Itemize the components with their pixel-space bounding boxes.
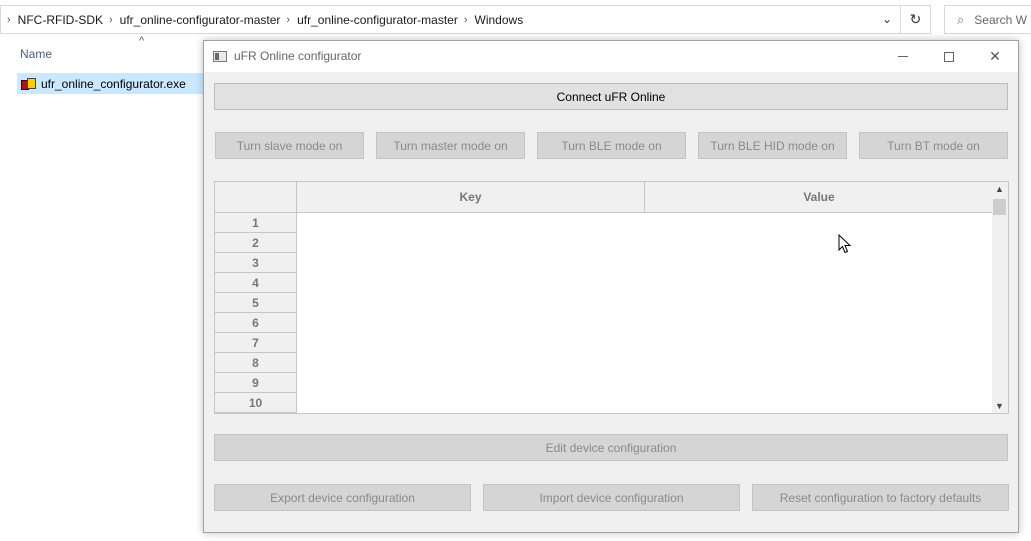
config-table[interactable]: Key Value 1 2 3 4 5 6 7 8 9 10 ▲ ▼ xyxy=(214,181,1009,414)
row-header[interactable]: 3 xyxy=(215,253,297,273)
breadcrumb-ufr-online-configurator-master-2[interactable]: ufr_online-configurator-master xyxy=(297,13,458,27)
row-header[interactable]: 8 xyxy=(215,353,297,373)
vertical-scrollbar[interactable]: ▲ ▼ xyxy=(992,182,1008,413)
connect-button[interactable]: Connect uFR Online xyxy=(214,83,1008,110)
refresh-icon[interactable]: ↻ xyxy=(901,5,931,34)
breadcrumb-chevron-icon: › xyxy=(109,13,113,26)
row-header[interactable]: 2 xyxy=(215,233,297,253)
row-header[interactable]: 10 xyxy=(215,393,297,413)
column-header-name[interactable]: Name xyxy=(20,47,52,61)
row-header[interactable]: 9 xyxy=(215,373,297,393)
address-bar[interactable]: › NFC-RFID-SDK › ufr_online-configurator… xyxy=(0,5,901,34)
maximize-icon xyxy=(944,51,954,62)
row-header[interactable]: 4 xyxy=(215,273,297,293)
configurator-window: uFR Online configurator ✕ Connect uFR On… xyxy=(203,40,1019,533)
bt-mode-button[interactable]: Turn BT mode on xyxy=(859,132,1008,159)
sort-caret-icon: ^ xyxy=(139,35,145,47)
breadcrumb-chevron-icon: › xyxy=(286,13,291,26)
breadcrumb-ufr-online-configurator-master[interactable]: ufr_online-configurator-master xyxy=(120,13,281,27)
executable-icon xyxy=(21,77,37,91)
search-input[interactable]: ⌕ Search W xyxy=(944,5,1031,34)
search-icon: ⌕ xyxy=(957,11,965,27)
close-button[interactable]: ✕ xyxy=(972,41,1018,72)
minimize-button[interactable] xyxy=(880,41,926,72)
window-title: uFR Online configurator xyxy=(234,49,362,63)
chevron-down-icon[interactable]: ⌄ xyxy=(882,12,892,26)
ble-hid-mode-button[interactable]: Turn BLE HID mode on xyxy=(698,132,847,159)
file-name: ufr_online_configurator.exe xyxy=(41,76,186,91)
scroll-up-icon[interactable]: ▲ xyxy=(995,184,1004,194)
import-configuration-button[interactable]: Import device configuration xyxy=(483,484,740,511)
row-header[interactable]: 6 xyxy=(215,313,297,333)
slave-mode-button[interactable]: Turn slave mode on xyxy=(215,132,364,159)
breadcrumb-chevron-icon: › xyxy=(7,13,11,26)
title-bar[interactable]: uFR Online configurator ✕ xyxy=(204,41,1018,72)
scroll-down-icon[interactable]: ▼ xyxy=(995,401,1004,411)
row-header[interactable]: 1 xyxy=(215,213,297,233)
minimize-icon xyxy=(898,56,908,57)
mouse-cursor-icon xyxy=(838,234,852,254)
breadcrumb-chevron-icon: › xyxy=(463,13,468,26)
master-mode-button[interactable]: Turn master mode on xyxy=(376,132,525,159)
table-corner[interactable] xyxy=(215,182,297,213)
reset-factory-defaults-button[interactable]: Reset configuration to factory defaults xyxy=(752,484,1009,511)
row-header[interactable]: 5 xyxy=(215,293,297,313)
maximize-button[interactable] xyxy=(926,41,972,72)
export-configuration-button[interactable]: Export device configuration xyxy=(214,484,471,511)
breadcrumb-windows[interactable]: Windows xyxy=(475,13,524,27)
breadcrumb-nfc-rfid-sdk[interactable]: NFC-RFID-SDK xyxy=(18,13,103,27)
row-header[interactable]: 7 xyxy=(215,333,297,353)
column-header-value[interactable]: Value xyxy=(645,182,993,213)
edit-configuration-button[interactable]: Edit device configuration xyxy=(214,434,1008,461)
scroll-thumb[interactable] xyxy=(993,199,1006,215)
file-item[interactable]: ufr_online_configurator.exe xyxy=(17,73,207,94)
close-icon: ✕ xyxy=(989,48,1001,64)
app-icon xyxy=(213,51,227,62)
ble-mode-button[interactable]: Turn BLE mode on xyxy=(537,132,686,159)
search-placeholder: Search W xyxy=(974,12,1027,27)
column-header-key[interactable]: Key xyxy=(297,182,645,213)
row-headers: 1 2 3 4 5 6 7 8 9 10 xyxy=(215,213,297,413)
